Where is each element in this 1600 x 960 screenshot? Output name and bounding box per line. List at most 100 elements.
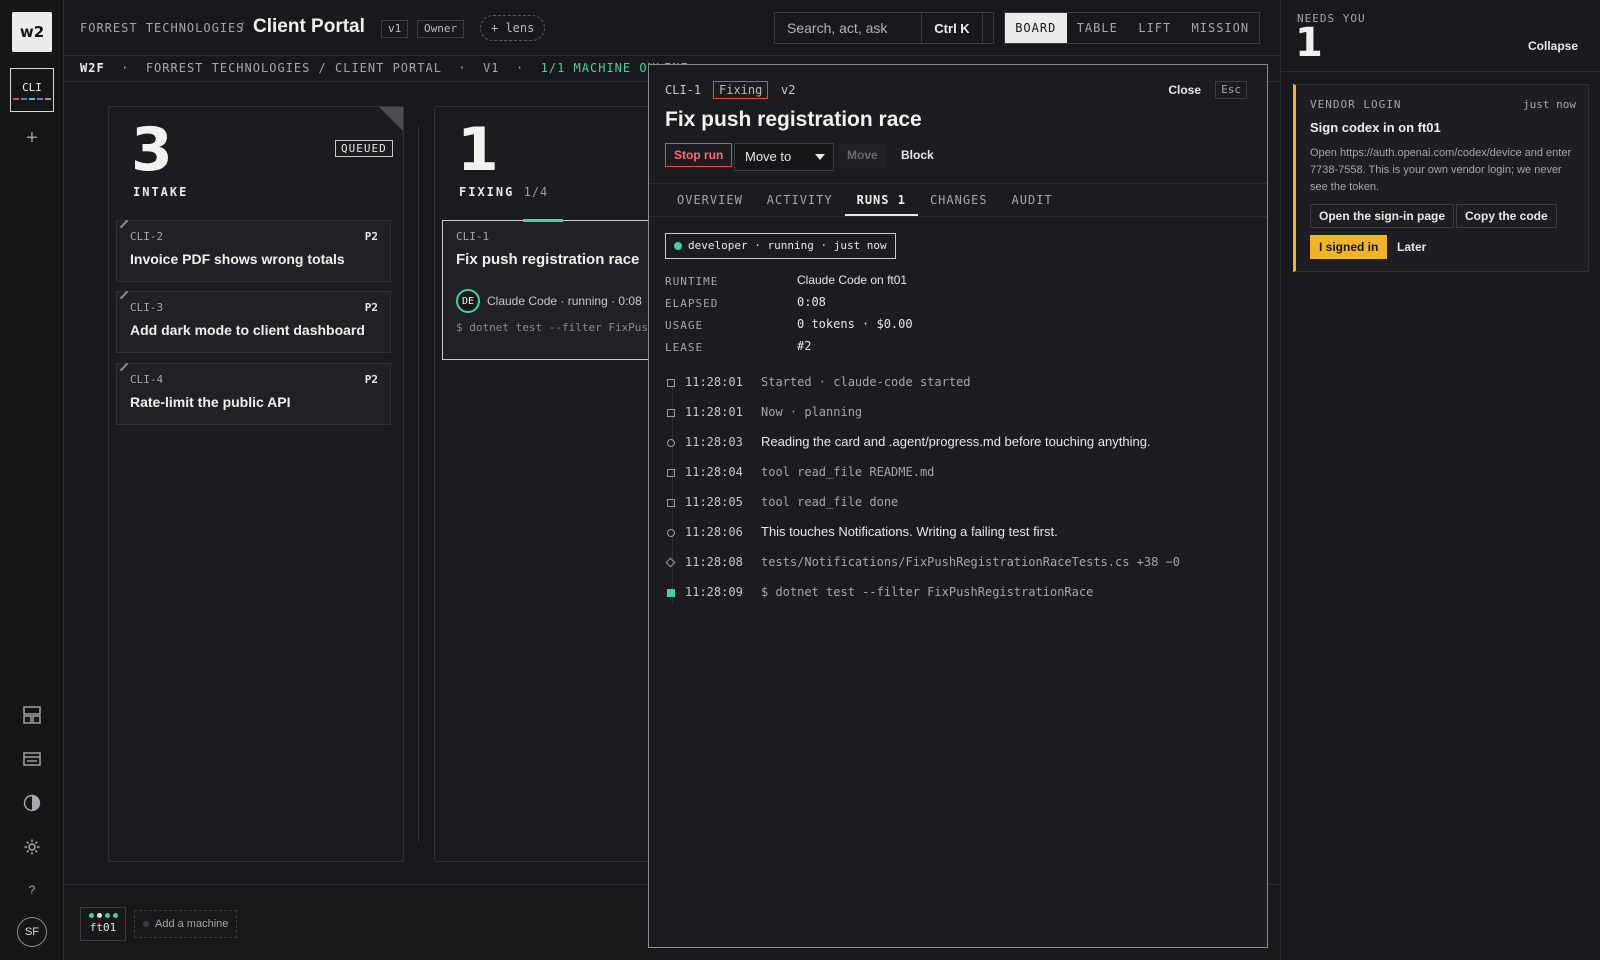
shortcut-hint: Ctrl K: [921, 13, 983, 43]
log-time: 11:28:03: [685, 435, 743, 449]
add-project-icon[interactable]: +: [20, 127, 44, 151]
search-input[interactable]: Search, act, ask: [775, 20, 921, 36]
detail-value: 0:08: [797, 295, 826, 309]
card-priority: P2: [364, 373, 378, 386]
stop-run-button[interactable]: Stop run: [665, 143, 733, 167]
strip-path: FORREST TECHNOLOGIES / CLIENT PORTAL: [145, 61, 442, 75]
project-color-dots: [13, 97, 51, 100]
machine-status-dots: [81, 913, 125, 918]
tab-audit[interactable]: AUDIT: [1000, 184, 1065, 216]
card-marker: [119, 362, 129, 372]
log-entry: 11:28:01 Now · planning: [665, 403, 1255, 423]
column-count: 3: [131, 115, 173, 185]
card-cli-3[interactable]: CLI-3 P2 Add dark mode to client dashboa…: [116, 290, 391, 353]
project-switch-cli[interactable]: CLI: [10, 68, 54, 112]
card-detail-dialog: CLI-1 Fixing v2 Close Esc Fix push regis…: [648, 64, 1268, 948]
close-button[interactable]: Close: [1168, 83, 1201, 97]
tab-activity[interactable]: ACTIVITY: [755, 184, 845, 216]
log-marker-icon: [667, 499, 675, 507]
column-progress: 1/4: [523, 185, 549, 199]
strip-dot: ·: [515, 61, 525, 75]
view-tab-table[interactable]: TABLE: [1067, 13, 1129, 43]
log-marker-icon: [667, 469, 675, 477]
dialog-card-id: CLI-1: [665, 83, 702, 97]
agent-status: Claude Code · running · 0:08: [487, 294, 642, 308]
card-marker: [119, 219, 129, 229]
move-to-select[interactable]: Move to: [734, 143, 834, 171]
detail-key: USAGE: [665, 319, 704, 332]
run-selector[interactable]: developer · running · just now: [665, 233, 896, 259]
log-text: tool read_file README.md: [761, 465, 935, 479]
app-logo[interactable]: w2: [12, 12, 52, 52]
column-name: FIXING: [459, 185, 515, 199]
card-cli-4[interactable]: CLI-4 P2 Rate-limit the public API: [116, 362, 391, 425]
view-tab-board[interactable]: BOARD: [1005, 13, 1067, 43]
detail-value: 0 tokens · $0.00: [797, 317, 913, 331]
agent-avatar: DE: [456, 289, 480, 313]
strip-version: V1: [483, 61, 500, 75]
view-tab-mission[interactable]: MISSION: [1182, 13, 1259, 43]
breadcrumb-org[interactable]: FORREST TECHNOLOGIES: [80, 21, 245, 35]
log-entry: 11:28:05 tool read_file done: [665, 493, 1255, 513]
later-button[interactable]: Later: [1388, 235, 1435, 259]
view-tab-lift[interactable]: LIFT: [1128, 13, 1182, 43]
log-time: 11:28:05: [685, 495, 743, 509]
needs-you-panel: NEEDS YOU 1 Collapse VENDOR LOGIN just n…: [1280, 0, 1600, 960]
copy-code-button[interactable]: Copy the code: [1456, 204, 1557, 228]
tab-changes[interactable]: CHANGES: [918, 184, 1000, 216]
contrast-icon[interactable]: [20, 791, 44, 815]
keyboard-icon[interactable]: [20, 747, 44, 771]
tab-overview[interactable]: OVERVIEW: [665, 184, 755, 216]
detail-key: ELAPSED: [665, 297, 719, 310]
dialog-title: Fix push registration race: [665, 108, 922, 131]
tab-runs[interactable]: RUNS 1: [844, 184, 918, 216]
command-search[interactable]: Search, act, ask Ctrl K: [774, 12, 994, 44]
card-cli-2[interactable]: CLI-2 P2 Invoice PDF shows wrong totals: [116, 219, 391, 282]
settings-icon[interactable]: [20, 835, 44, 859]
card-cli-1[interactable]: CLI-1 Fix push registration race DE Clau…: [442, 219, 761, 360]
strip-brand: W2F: [80, 61, 105, 75]
add-machine-button[interactable]: Add a machine: [134, 910, 238, 938]
detail-key: RUNTIME: [665, 275, 719, 288]
grid-icon[interactable]: [20, 703, 44, 727]
version-badge: v1: [381, 20, 409, 38]
card-priority: P2: [364, 230, 378, 243]
log-marker-icon: [667, 409, 675, 417]
needs-you-count: 1: [1295, 20, 1323, 66]
log-text: $ dotnet test --filter FixPushRegistrati…: [761, 585, 1094, 599]
add-lens-button[interactable]: + lens: [480, 15, 546, 41]
request-kind: VENDOR LOGIN: [1310, 98, 1402, 111]
column-title: FIXING 1/4: [459, 185, 548, 199]
vendor-login-card: VENDOR LOGIN just now Sign codex in on f…: [1293, 84, 1589, 272]
detail-key: LEASE: [665, 341, 704, 354]
log-time: 11:28:01: [685, 405, 743, 419]
card-priority: P2: [364, 301, 378, 314]
log-marker-icon: [665, 557, 676, 568]
log-text: Started · claude-code started: [761, 375, 971, 389]
column-corner-fold: [379, 107, 403, 131]
card-id: CLI-3: [130, 301, 164, 314]
detail-value: Claude Code on ft01: [797, 273, 908, 287]
divider: [1281, 71, 1600, 72]
card-marker: [119, 290, 129, 300]
request-time: just now: [1523, 98, 1576, 111]
help-icon[interactable]: ?: [20, 878, 44, 902]
log-text: Reading the card and .agent/progress.md …: [761, 434, 1151, 449]
log-entry: 11:28:06 This touches Notifications. Writ…: [665, 523, 1255, 543]
signed-in-button[interactable]: I signed in: [1310, 235, 1388, 259]
log-marker-icon: [667, 439, 675, 447]
log-time: 11:28:01: [685, 375, 743, 389]
open-sign-in-button[interactable]: Open the sign-in page: [1310, 204, 1455, 228]
card-id: CLI-4: [130, 373, 164, 386]
app-root: w2 CLI + ? SF FORREST TECHNOLOGIES / Cli…: [0, 0, 1600, 960]
move-button[interactable]: Move: [839, 143, 886, 167]
queued-badge: QUEUED: [335, 140, 393, 157]
machine-ft01[interactable]: ft01: [80, 907, 126, 941]
block-button[interactable]: Block: [893, 143, 942, 167]
card-id: CLI-2: [130, 230, 164, 243]
user-avatar[interactable]: SF: [17, 917, 47, 947]
log-marker-icon: [667, 589, 675, 597]
collapse-button[interactable]: Collapse: [1528, 39, 1578, 53]
log-entry: 11:28:04 tool read_file README.md: [665, 463, 1255, 483]
log-text: Now · planning: [761, 405, 863, 419]
